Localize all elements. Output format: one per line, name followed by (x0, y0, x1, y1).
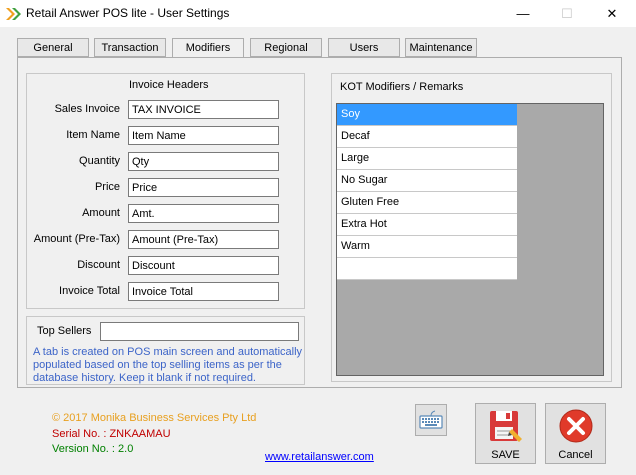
kot-row-extra-hot[interactable]: Extra Hot (337, 214, 517, 236)
price-label: Price (94, 181, 120, 193)
version-text: Version No. : 2.0 (52, 443, 134, 455)
copyright-text: © 2017 Monika Business Services Pty Ltd (52, 412, 257, 424)
kot-row-large[interactable]: Large (337, 148, 517, 170)
invoice-headers-title: Invoice Headers (127, 79, 211, 91)
sales-invoice-input[interactable] (128, 100, 279, 119)
kot-row-gluten-free[interactable]: Gluten Free (337, 192, 517, 214)
title-bar: Retail Answer POS lite - User Settings —… (0, 0, 636, 27)
kot-row-decaf[interactable]: Decaf (337, 126, 517, 148)
website-link[interactable]: www.retailanswer.com (265, 451, 374, 463)
tab-general[interactable]: General (17, 38, 89, 57)
cancel-button[interactable]: Cancel (545, 403, 606, 464)
window-title: Retail Answer POS lite - User Settings (26, 6, 230, 20)
tab-users[interactable]: Users (328, 38, 400, 57)
kot-modifiers-title: KOT Modifiers / Remarks (340, 81, 464, 93)
info-line-3: database history. Keep it blank if not r… (33, 372, 256, 384)
tab-transaction[interactable]: Transaction (94, 38, 166, 57)
amount-label: Amount (82, 207, 120, 219)
top-sellers-info-text: A tab is created on POS main screen and … (33, 346, 302, 385)
kot-row-no-sugar[interactable]: No Sugar (337, 170, 517, 192)
invoice-total-label: Invoice Total (59, 285, 120, 297)
amount-pre-tax-input[interactable] (128, 230, 279, 249)
close-window-button[interactable]: ✕ (589, 0, 635, 27)
kot-row-soy[interactable]: Soy (337, 104, 517, 126)
invoice-total-input[interactable] (128, 282, 279, 301)
kot-row-warm[interactable]: Warm (337, 236, 517, 258)
save-button[interactable]: SAVE (475, 403, 536, 464)
serial-number-text: Serial No. : ZNKAAMAU (52, 428, 171, 440)
keyboard-icon (419, 410, 443, 429)
save-disk-icon (490, 411, 522, 442)
amount-input[interactable] (128, 204, 279, 223)
save-label: SAVE (491, 449, 520, 461)
quantity-label: Quantity (79, 155, 120, 167)
kot-row-new[interactable] (337, 258, 517, 280)
discount-input[interactable] (128, 256, 279, 275)
maximize-button: ☐ (561, 6, 573, 21)
app-logo-icon (6, 8, 21, 20)
tab-modifiers[interactable]: Modifiers (172, 38, 244, 58)
sales-invoice-label: Sales Invoice (54, 103, 120, 115)
info-line-1: A tab is created on POS main screen and … (33, 346, 303, 358)
keyboard-button[interactable] (415, 404, 447, 436)
price-input[interactable] (128, 178, 279, 197)
top-sellers-input[interactable] (100, 322, 299, 341)
item-name-label: Item Name (66, 129, 120, 141)
kot-modifiers-grid[interactable]: Soy Decaf Large No Sugar Gluten Free Ext… (336, 103, 604, 376)
cancel-x-icon (559, 409, 593, 443)
info-line-2: populated based on the top selling items… (33, 359, 282, 371)
tab-regional[interactable]: Regional (250, 38, 322, 57)
amount-pre-tax-label: Amount (Pre-Tax) (33, 233, 120, 245)
cancel-label: Cancel (558, 449, 593, 461)
top-sellers-label: Top Sellers (37, 325, 92, 337)
item-name-input[interactable] (128, 126, 279, 145)
quantity-input[interactable] (128, 152, 279, 171)
minimize-button[interactable]: — (500, 0, 546, 27)
discount-label: Discount (77, 259, 120, 271)
tab-maintenance[interactable]: Maintenance (405, 38, 477, 57)
